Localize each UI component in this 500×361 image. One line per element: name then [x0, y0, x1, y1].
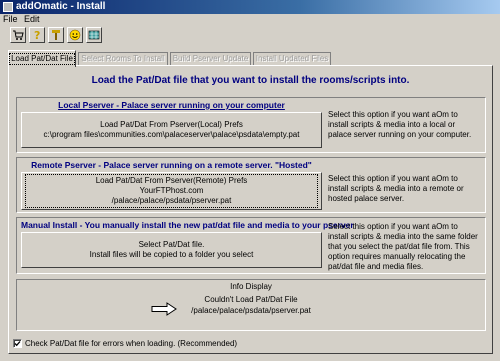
button-line: YourFTPhost.com — [139, 186, 204, 195]
tab-label: Load Pat/Dat File — [9, 53, 75, 65]
tools-button[interactable] — [48, 27, 64, 43]
cart-button[interactable] — [10, 27, 26, 43]
manual-install-title: Manual Install - You manually install th… — [21, 220, 354, 230]
remote-description: Select this option if you want aOm to in… — [328, 174, 464, 203]
title-bar: addOmatic - Install — [0, 0, 500, 14]
tab-load-pat-dat[interactable]: Load Pat/Dat File — [8, 50, 76, 67]
button-focus-rect: Load Pat/Dat From Pserver(Remote) Prefs … — [25, 174, 318, 208]
tab-install-updated[interactable]: Install Updated Files — [253, 52, 331, 66]
load-remote-prefs-button[interactable]: Load Pat/Dat From Pserver(Remote) Prefs … — [21, 172, 322, 210]
button-line: c:\program files\communities.com\palaces… — [43, 130, 300, 139]
button-line: Load Pat/Dat From Pserver(Local) Prefs — [100, 120, 243, 129]
button-line: Load Pat/Dat From Pserver(Remote) Prefs — [95, 176, 248, 185]
button-line: Select Pat/Dat file. — [138, 240, 205, 249]
page-heading: Load the Pat/Dat file that you want to i… — [91, 75, 410, 86]
remote-pserver-panel: Remote Pserver - Palace server running o… — [16, 157, 486, 213]
manual-install-panel: Manual Install - You manually install th… — [16, 217, 486, 274]
help-button[interactable]: ? — [29, 27, 45, 43]
info-display: Info Display Couldn't Load Pat/Dat File … — [16, 279, 486, 331]
smiley-icon — [69, 29, 81, 41]
info-path: /palace/palace/psdata/pserver.pat — [191, 306, 311, 315]
window-title: addOmatic - Install — [16, 1, 106, 12]
tools-icon — [52, 30, 60, 40]
toolbar: ? — [0, 26, 500, 46]
local-description: Select this option if you want aOm to in… — [328, 110, 472, 139]
grid-icon — [88, 30, 100, 40]
manual-description: Select this option if you want aOm to in… — [328, 222, 478, 271]
local-pserver-panel: Local Pserver - Palace server running on… — [16, 97, 486, 153]
tab-build-pserver[interactable]: Build Pserver Update — [170, 52, 251, 66]
button-line: /palace/palace/psdata/pserver.pat — [111, 196, 232, 205]
menu-bar: File Edit — [0, 14, 500, 26]
select-pat-dat-button[interactable]: Select Pat/Dat file. Install files will … — [21, 232, 322, 268]
checkmark-icon — [14, 341, 21, 347]
menu-file[interactable]: File — [3, 14, 18, 24]
cart-icon — [13, 30, 24, 40]
tab-select-rooms[interactable]: Select Rooms To Install — [78, 52, 168, 66]
check-errors-label: Check Pat/Dat file for errors when loadi… — [25, 339, 238, 348]
menu-edit[interactable]: Edit — [24, 14, 40, 24]
remote-pserver-title: Remote Pserver - Palace server running o… — [31, 160, 312, 170]
smiley-button[interactable] — [67, 27, 83, 43]
info-title: Info Display — [230, 282, 272, 291]
load-local-prefs-button[interactable]: Load Pat/Dat From Pserver(Local) Prefs c… — [21, 112, 322, 148]
grid-button[interactable] — [86, 27, 102, 43]
check-errors-checkbox[interactable] — [13, 339, 22, 348]
info-message: Couldn't Load Pat/Dat File — [204, 295, 298, 304]
app-icon — [3, 2, 13, 12]
button-line: Install files will be copied to a folder… — [89, 250, 254, 259]
help-icon: ? — [34, 29, 40, 41]
svg-text:?: ? — [34, 29, 40, 41]
local-pserver-title: Local Pserver - Palace server running on… — [58, 100, 285, 110]
check-errors-option[interactable]: Check Pat/Dat file for errors when loadi… — [13, 339, 237, 348]
tab-page: Load the Pat/Dat file that you want to i… — [8, 65, 493, 354]
